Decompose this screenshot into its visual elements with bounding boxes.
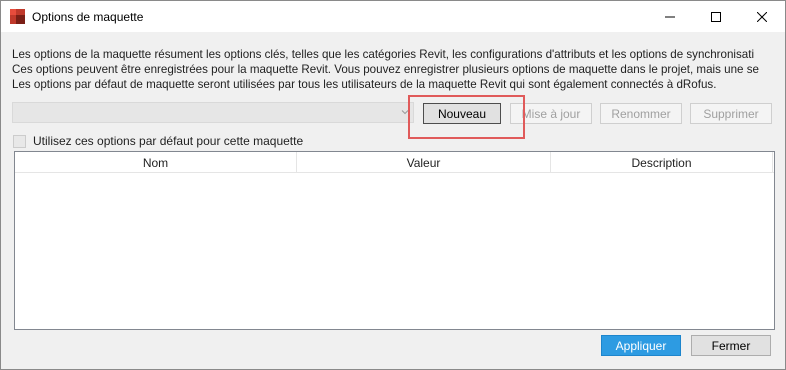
minimize-icon (665, 16, 675, 17)
update-button[interactable]: Mise à jour (510, 103, 592, 124)
dialog-body: Les options de la maquette résument les … (1, 32, 785, 369)
minimize-button[interactable] (647, 1, 693, 32)
close-window-button[interactable] (739, 1, 785, 32)
default-options-checkbox[interactable] (13, 134, 26, 148)
column-header-nom[interactable]: Nom (15, 152, 297, 173)
description-line: Les options de la maquette résument les … (12, 48, 755, 61)
window-title: Options de maquette (32, 10, 144, 24)
options-grid[interactable]: Nom Valeur Description (14, 151, 775, 330)
options-dialog: Options de maquette Les options de la ma… (0, 0, 786, 370)
revit-app-icon (10, 9, 25, 24)
title-bar[interactable]: Options de maquette (1, 1, 785, 32)
description-text: Les options de la maquette résument les … (12, 47, 780, 92)
close-icon (757, 11, 767, 22)
maximize-button[interactable] (693, 1, 739, 32)
description-line: Les options par défaut de maquette seron… (12, 78, 717, 91)
default-options-checkbox-label: Utilisez ces options par défaut pour cet… (33, 134, 304, 148)
delete-button[interactable]: Supprimer (690, 103, 772, 124)
close-button[interactable]: Fermer (691, 335, 771, 356)
apply-button[interactable]: Appliquer (601, 335, 681, 356)
default-options-checkbox-row[interactable]: Utilisez ces options par défaut pour cet… (13, 133, 303, 149)
grid-header: Nom Valeur Description (15, 152, 774, 173)
column-header-description[interactable]: Description (551, 152, 773, 173)
options-selector-dropdown[interactable] (12, 102, 414, 123)
description-line: Ces options peuvent être enregistrées po… (12, 63, 759, 76)
rename-button[interactable]: Renommer (600, 103, 682, 124)
new-button[interactable]: Nouveau (423, 103, 501, 124)
maximize-icon (711, 11, 721, 22)
chevron-down-icon (401, 110, 409, 115)
column-header-valeur[interactable]: Valeur (297, 152, 551, 173)
